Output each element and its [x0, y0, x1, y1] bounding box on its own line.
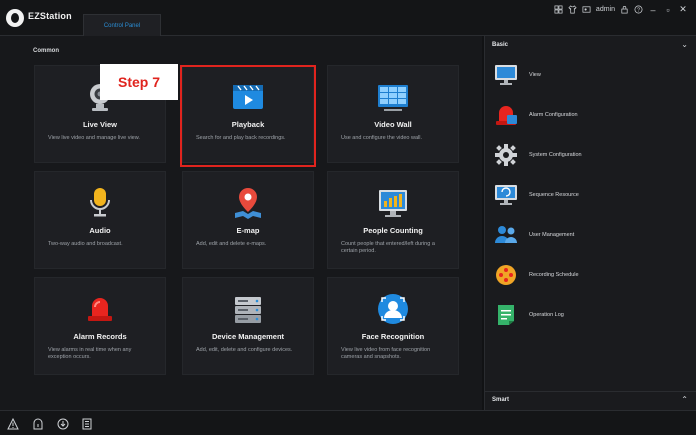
menu-item-sequence-resource[interactable]: Sequence Resource: [493, 180, 689, 210]
step-annotation-label: Step 7: [100, 64, 178, 100]
smart-section-header[interactable]: Smart ⌃: [485, 391, 696, 410]
layout-icon[interactable]: [554, 5, 563, 14]
right-panel: Basic ⌄ View Alarm Configuration System …: [484, 36, 696, 410]
tile-alarm-records[interactable]: Alarm Records View alarms in real time w…: [34, 277, 166, 375]
bottom-toolbar: [0, 410, 696, 435]
lock-screen-icon[interactable]: [32, 418, 44, 430]
warning-icon[interactable]: [7, 418, 19, 430]
shirt-icon[interactable]: [568, 5, 577, 14]
tile-video-wall[interactable]: Video Wall Use and configure the video w…: [327, 65, 459, 163]
users-icon: [493, 222, 519, 248]
tile-audio[interactable]: Audio Two-way audio and broadcast.: [34, 171, 166, 269]
log-icon: [493, 302, 519, 328]
menu-item-view[interactable]: View: [493, 60, 689, 90]
map-pin-icon: [231, 186, 265, 220]
expand-chevron-icon[interactable]: ⌃: [681, 395, 688, 404]
tile-people-counting[interactable]: People Counting Count people that entere…: [327, 171, 459, 269]
section-title-common: Common: [33, 48, 59, 54]
tile-desc: View alarms in real time when any except…: [48, 347, 132, 360]
gear-icon: [493, 142, 519, 168]
tile-desc: Count people that entered/left during a …: [341, 241, 435, 254]
maximize-icon[interactable]: ▫: [663, 5, 673, 15]
minimize-icon[interactable]: –: [648, 5, 658, 15]
server-icon: [231, 292, 265, 326]
tile-name: E-map: [236, 226, 260, 235]
tile-desc: View live video from face recognition ca…: [341, 347, 431, 360]
svg-text:?: ?: [637, 7, 640, 13]
title-bar-controls: admin ? – ▫ ✕: [554, 4, 688, 15]
monitor-icon: [493, 62, 519, 88]
tile-playback[interactable]: Playback Search for and play back record…: [182, 65, 314, 163]
tile-e-map[interactable]: E-map Add, edit and delete e-maps.: [182, 171, 314, 269]
menu-item-system-configuration[interactable]: System Configuration: [493, 140, 689, 170]
tile-name: Alarm Records: [73, 332, 127, 341]
list-document-icon[interactable]: [81, 418, 93, 430]
download-icon[interactable]: [57, 418, 69, 430]
help-icon[interactable]: ?: [634, 5, 643, 14]
tile-name: Playback: [231, 120, 265, 129]
microphone-icon: [83, 186, 117, 220]
menu-item-recording-schedule[interactable]: Recording Schedule: [493, 260, 689, 290]
alarm-light-icon: [83, 292, 117, 326]
schedule-icon: [493, 262, 519, 288]
tile-desc: View live video and manage live view.: [48, 135, 140, 141]
tile-name: Audio: [89, 226, 111, 235]
menu-item-operation-log[interactable]: Operation Log: [493, 300, 689, 330]
menu-item-alarm-configuration[interactable]: Alarm Configuration: [493, 100, 689, 130]
app-title: EZStation: [28, 11, 72, 21]
section-title-basic: Basic: [492, 42, 509, 48]
lock-icon[interactable]: [620, 5, 629, 14]
tile-desc: Add, edit, delete and configure devices.: [196, 347, 293, 353]
title-bar: EZStation Control Panel admin ? – ▫ ✕: [0, 0, 696, 36]
tile-desc: Two-way audio and broadcast.: [48, 241, 123, 247]
alarm-config-icon: [493, 102, 519, 128]
user-account-icon[interactable]: [582, 5, 591, 14]
close-icon[interactable]: ✕: [678, 4, 688, 15]
collapse-chevron-icon[interactable]: ⌄: [681, 40, 688, 49]
tile-name: Face Recognition: [361, 332, 425, 341]
tab-control-panel[interactable]: Control Panel: [83, 14, 161, 36]
menu-item-user-management[interactable]: User Management: [493, 220, 689, 250]
tile-desc: Use and configure the video wall.: [341, 135, 423, 141]
section-title-smart: Smart: [492, 397, 510, 403]
username[interactable]: admin: [596, 6, 615, 13]
face-icon: [376, 292, 410, 326]
tile-name: Live View: [82, 120, 118, 129]
tile-desc: Add, edit and delete e-maps.: [196, 241, 267, 247]
tile-name: Device Management: [211, 332, 285, 341]
tile-face-recognition[interactable]: Face Recognition View live video from fa…: [327, 277, 459, 375]
video-wall-icon: [376, 80, 410, 114]
tile-desc: Search for and play back recordings.: [196, 135, 286, 141]
tile-name: Video Wall: [374, 120, 412, 129]
tile-name: People Counting: [363, 226, 423, 235]
playback-icon: [231, 80, 265, 114]
people-counting-icon: [376, 186, 410, 220]
tile-device-management[interactable]: Device Management Add, edit, delete and …: [182, 277, 314, 375]
sequence-icon: [493, 182, 519, 208]
app-logo-icon: [6, 9, 24, 27]
